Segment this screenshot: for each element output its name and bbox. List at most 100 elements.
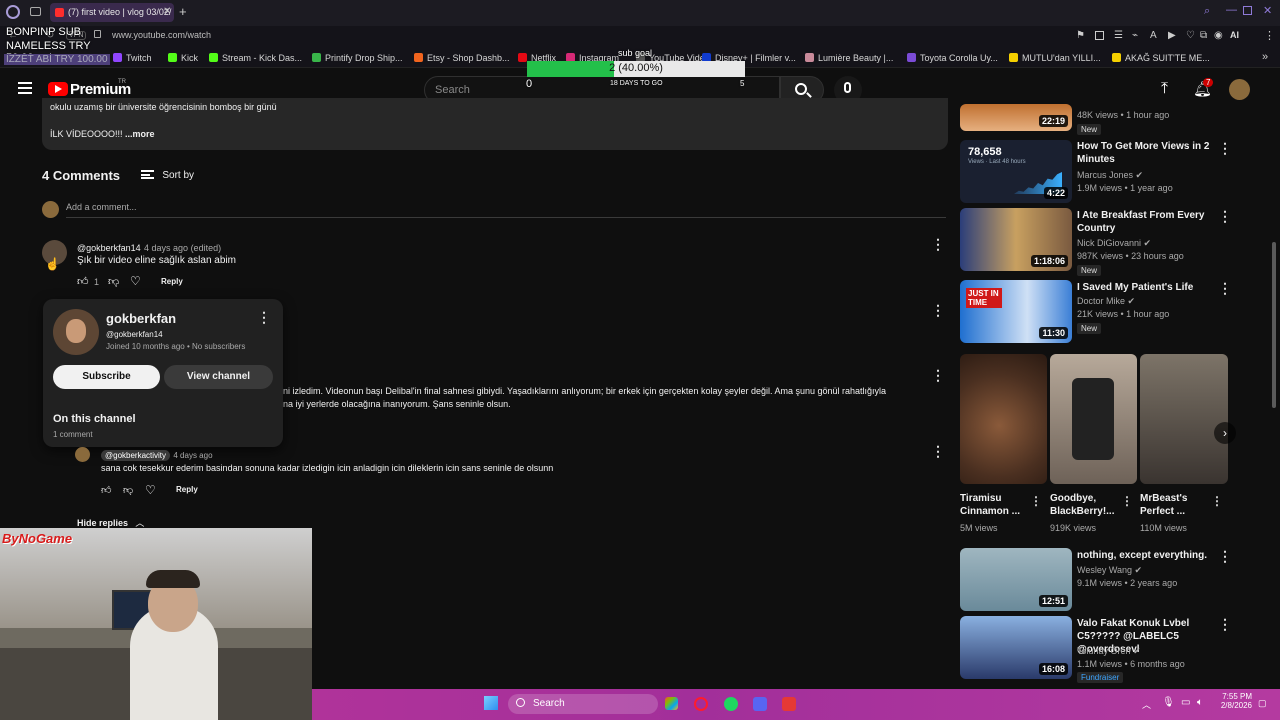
account-avatar[interactable]	[1229, 79, 1250, 100]
spotify-icon[interactable]	[724, 697, 738, 711]
app-icon-red[interactable]	[782, 697, 796, 711]
reply-button[interactable]: Reply	[161, 277, 183, 286]
notifications-button[interactable]: 🔔︎ 7	[1193, 78, 1214, 98]
video-thumbnail[interactable]: 78,658 Views · Last 48 hours 4:22	[960, 140, 1072, 203]
tray-network-icon[interactable]: ▭	[1181, 697, 1190, 708]
shelf-next-icon[interactable]: ›	[1214, 422, 1236, 444]
play-icon[interactable]: ▶	[1168, 30, 1176, 41]
translate-icon[interactable]: A	[1150, 30, 1157, 41]
video-title[interactable]: I Ate Breakfast From Every Country	[1077, 209, 1217, 235]
easy-setup-icon[interactable]: ☰	[1114, 30, 1123, 41]
bookmark-toyota[interactable]: Toyota Corolla Uy...	[907, 53, 998, 63]
share-icon[interactable]: ⌁	[1132, 30, 1138, 41]
short-more-icon[interactable]: ⋮	[1121, 494, 1133, 508]
short-more-icon[interactable]: ⋮	[1030, 494, 1042, 508]
video-thumbnail[interactable]: 1:18:06	[960, 208, 1072, 271]
view-channel-button[interactable]: View channel	[164, 365, 273, 389]
hovercard-name[interactable]: gokberkfan	[106, 311, 176, 326]
new-tab-icon[interactable]: +	[179, 4, 187, 19]
bookmark-lumiere[interactable]: Lumière Beauty |...	[805, 53, 893, 63]
short-thumbnail[interactable]	[1140, 354, 1228, 484]
dislike-icon[interactable]: 👎︎	[123, 484, 133, 496]
like-icon[interactable]: 👍︎	[101, 484, 111, 496]
search-tabs-icon[interactable]: ⌕	[1204, 5, 1210, 18]
channel-name[interactable]: Nick DiGiovanni ✔	[1077, 238, 1151, 249]
comment-timestamp[interactable]: 4 days ago (edited)	[144, 243, 221, 253]
comment-more-icon[interactable]: ⋮	[931, 236, 945, 253]
bookmark-etsy[interactable]: Etsy - Shop Dashb...	[414, 53, 510, 63]
notification-center-icon[interactable]: ▢	[1258, 698, 1267, 709]
minimize-icon[interactable]: —	[1226, 4, 1237, 16]
video-more-icon[interactable]: ⋮	[1218, 208, 1232, 225]
heart-icon[interactable]: ♡	[145, 483, 156, 497]
hovercard-avatar[interactable]	[53, 309, 99, 355]
tab-close-icon[interactable]: ✕	[163, 6, 171, 17]
reply-author-avatar[interactable]	[75, 447, 90, 462]
reply-author-chip[interactable]: @gokberkactivity	[101, 450, 171, 461]
video-more-icon[interactable]: ⋮	[1218, 616, 1232, 633]
video-thumbnail[interactable]: JUST IN TIME 11:30	[960, 280, 1072, 343]
short-title[interactable]: MrBeast's Perfect ...	[1140, 492, 1206, 518]
profile-icon[interactable]: ◉	[1214, 30, 1223, 41]
workspaces-icon[interactable]	[30, 7, 41, 16]
channel-name[interactable]: Tolunay Ören ✔	[1077, 646, 1141, 657]
hamburger-menu-icon[interactable]	[18, 82, 32, 94]
heart-icon[interactable]: ♡	[130, 274, 141, 288]
channel-name[interactable]: Wesley Wang ✔	[1077, 565, 1142, 576]
show-more-link[interactable]: ...more	[125, 129, 155, 139]
bookmark-icon[interactable]: ⚑	[1076, 30, 1085, 41]
video-thumbnail[interactable]: 16:08	[960, 616, 1072, 679]
short-thumbnail[interactable]	[960, 354, 1047, 484]
comment-author[interactable]: @gokberkfan14	[77, 243, 141, 253]
comment-more-icon[interactable]: ⋮	[931, 302, 945, 319]
tray-mic-icon[interactable]: 🎙︎	[1162, 697, 1175, 708]
bookmark-akag[interactable]: AKAĞ SUIT'TE ME...	[1112, 53, 1210, 63]
comment-more-icon[interactable]: ⋮	[931, 367, 945, 384]
tray-volume-icon[interactable]: 🔈︎	[1197, 697, 1203, 708]
video-thumbnail[interactable]: 12:51	[960, 548, 1072, 611]
video-more-icon[interactable]: ⋮	[1218, 548, 1232, 565]
reply-timestamp[interactable]: 4 days ago	[173, 451, 212, 460]
taskbar-clock[interactable]: 7:55 PM 2/8/2026	[1218, 692, 1252, 710]
channel-name[interactable]: Marcus Jones ✔	[1077, 170, 1143, 181]
taskbar-search[interactable]: Search	[508, 694, 658, 714]
app-icon[interactable]	[665, 697, 678, 710]
discord-icon[interactable]	[753, 697, 767, 711]
bookmark-kick-dashboard[interactable]: Stream - Kick Das...	[209, 53, 302, 63]
add-comment-input[interactable]: Add a comment...	[66, 202, 946, 218]
short-title[interactable]: Goodbye, BlackBerry!...	[1050, 492, 1116, 518]
aria-ai-button[interactable]: AI	[1230, 30, 1239, 40]
bookmark-printify[interactable]: Printify Drop Ship...	[312, 53, 403, 63]
short-thumbnail[interactable]	[1050, 354, 1137, 484]
hovercard-more-icon[interactable]: ⋮	[257, 309, 271, 326]
extensions-icon[interactable]: ⧉	[1200, 30, 1207, 41]
opera-taskbar-icon[interactable]	[694, 697, 708, 711]
start-icon[interactable]	[484, 696, 498, 710]
reply-more-icon[interactable]: ⋮	[931, 443, 945, 460]
close-window-icon[interactable]: ✕	[1263, 4, 1272, 17]
create-upload-icon[interactable]: ⤒	[1161, 80, 1168, 98]
subscribe-button[interactable]: Subscribe	[53, 365, 160, 389]
opera-menu-icon[interactable]	[6, 5, 20, 19]
short-title[interactable]: Tiramisu Cinnamon ...	[960, 492, 1026, 518]
hide-replies-button[interactable]: Hide replies ︿	[77, 515, 144, 529]
reply-button[interactable]: Reply	[176, 485, 198, 494]
video-title[interactable]: How To Get More Views in 2 Minutes	[1077, 140, 1217, 166]
bookmark-kick[interactable]: Kick	[168, 53, 198, 63]
short-more-icon[interactable]: ⋮	[1211, 494, 1223, 508]
browser-tab-active[interactable]: (7) first video | vlog 03/02/	[50, 3, 174, 22]
video-title[interactable]: nothing, except everything.	[1077, 549, 1217, 562]
youtube-logo[interactable]: Premium TR	[48, 79, 131, 100]
video-more-icon[interactable]: ⋮	[1218, 140, 1232, 157]
bookmark-mutlu[interactable]: MUTLU'dan YILLI...	[1009, 53, 1101, 63]
like-icon[interactable]: 👍︎	[77, 275, 89, 288]
snapshot-icon[interactable]	[1095, 31, 1104, 40]
channel-name[interactable]: Doctor Mike ✔	[1077, 296, 1135, 307]
video-more-icon[interactable]: ⋮	[1218, 280, 1232, 297]
video-thumbnail[interactable]: 22:19	[960, 104, 1072, 131]
heart-icon[interactable]: ♡	[1186, 30, 1195, 41]
description-box[interactable]: okulu uzamış bir üniversite öğrencisinin…	[42, 98, 948, 150]
bookmarks-overflow-icon[interactable]: »	[1262, 51, 1268, 63]
maximize-icon[interactable]	[1243, 6, 1252, 15]
more-menu-icon[interactable]: ⋮	[1264, 29, 1275, 42]
